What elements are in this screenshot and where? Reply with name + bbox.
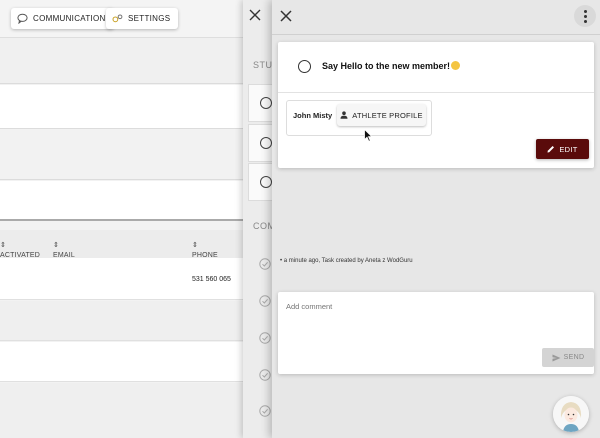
send-button[interactable]: SEND: [542, 348, 594, 367]
settings-button[interactable]: SETTINGS: [106, 8, 179, 29]
close-icon[interactable]: [279, 9, 293, 23]
check-circle-icon[interactable]: [259, 369, 271, 381]
member-name: John Misty: [293, 111, 333, 120]
comment-box: SEND: [278, 292, 594, 374]
athlete-profile-label: ATHLETE PROFILE: [352, 110, 423, 120]
person-icon: [340, 111, 348, 119]
divider: [272, 34, 600, 35]
edit-button[interactable]: EDIT: [536, 139, 589, 159]
col-email[interactable]: EMAIL ⇕: [53, 241, 75, 259]
athlete-profile-button[interactable]: ATHLETE PROFILE: [337, 104, 426, 126]
table-row[interactable]: [0, 383, 260, 438]
radio-icon[interactable]: [260, 97, 272, 109]
task-title: Say Hello to the new member!: [322, 61, 461, 71]
section-heading: STU: [253, 60, 273, 70]
settings-label: SETTINGS: [128, 14, 171, 23]
bg-row: [0, 38, 260, 84]
radio-icon[interactable]: [260, 137, 272, 149]
more-menu-icon[interactable]: [574, 5, 596, 27]
activity-log-entry: • a minute ago, Task created by Aneta z …: [280, 258, 413, 264]
check-circle-icon[interactable]: [259, 295, 271, 307]
col-activated[interactable]: ACTIVATED ⇕: [0, 241, 40, 259]
edit-label: EDIT: [559, 144, 578, 154]
bg-row: [0, 181, 260, 221]
support-avatar[interactable]: [553, 396, 589, 432]
gears-icon: [112, 13, 123, 24]
divider: [278, 92, 594, 93]
member-chip: John Misty ATHLETE PROFILE: [286, 100, 432, 136]
avatar-illustration-icon: [553, 396, 589, 432]
pencil-icon: [547, 146, 555, 153]
table-header: ACTIVATED ⇕ EMAIL ⇕ PHONE ⇕: [0, 230, 260, 259]
communication-label: COMMUNICATION: [33, 14, 106, 23]
col-phone[interactable]: PHONE ⇕: [192, 241, 218, 259]
task-card: Say Hello to the new member! John Misty …: [278, 42, 594, 168]
smile-emoji-icon: [451, 61, 461, 70]
chat-icon: [17, 13, 28, 24]
complete-radio[interactable]: [298, 60, 311, 73]
send-icon: [552, 354, 561, 361]
bg-row: [0, 85, 260, 129]
table-row[interactable]: [0, 342, 260, 382]
table-row[interactable]: [0, 301, 260, 341]
radio-icon[interactable]: [260, 176, 272, 188]
mouse-cursor-icon: [364, 129, 373, 142]
comment-input[interactable]: [286, 302, 526, 311]
communication-button[interactable]: COMMUNICATION: [11, 8, 114, 29]
task-detail-panel: Say Hello to the new member! John Misty …: [272, 0, 600, 438]
check-circle-icon[interactable]: [259, 258, 271, 270]
row-phone: 531 560 065: [192, 276, 231, 283]
send-label: SEND: [563, 354, 585, 361]
close-icon[interactable]: [249, 9, 261, 24]
check-circle-icon[interactable]: [259, 332, 271, 344]
check-circle-icon[interactable]: [259, 405, 271, 417]
bg-row: [0, 130, 260, 180]
